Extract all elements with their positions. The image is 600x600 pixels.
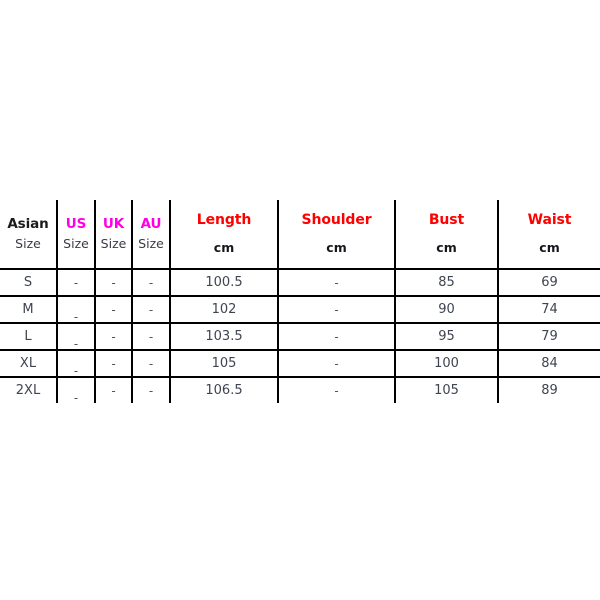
cell-asian: M: [0, 296, 58, 324]
cell-waist: 89: [498, 377, 600, 403]
column-header-au: AU Size: [132, 200, 171, 270]
cell-waist: 74: [498, 296, 600, 324]
cell-uk: -: [95, 269, 133, 297]
cell-bust: 90: [395, 296, 499, 324]
cell-au: -: [132, 269, 171, 297]
table-row: S - - - 100.5 - 85 69: [0, 269, 600, 297]
table-header-row: Asian Size US Size UK Size AU Size Lengt…: [0, 200, 600, 270]
column-unit-shoulder: cm: [326, 239, 347, 255]
cell-us: -: [57, 323, 96, 351]
cell-length: 103.5: [170, 323, 279, 351]
cell-waist: 79: [498, 323, 600, 351]
column-title-bust: Bust: [428, 212, 465, 229]
cell-asian: 2XL: [0, 377, 58, 403]
column-unit-asian: Size: [15, 236, 41, 252]
cell-us: -: [57, 296, 96, 324]
column-unit-us: Size: [63, 236, 89, 252]
cell-shoulder: -: [278, 350, 396, 378]
cell-length: 102: [170, 296, 279, 324]
table-row: XL - - - 105 - 100 84: [0, 350, 600, 378]
cell-uk: -: [95, 323, 133, 351]
column-header-shoulder: Shoulder cm: [278, 200, 396, 270]
cell-length: 105: [170, 350, 279, 378]
column-title-us: US: [65, 215, 87, 232]
column-unit-au: Size: [138, 236, 164, 252]
column-header-us: US Size: [57, 200, 96, 270]
column-header-bust: Bust cm: [395, 200, 499, 270]
column-unit-waist: cm: [539, 239, 560, 255]
table-row: 2XL - - - 106.5 - 105 89: [0, 377, 600, 405]
cell-waist: 69: [498, 269, 600, 297]
size-chart-table: Asian Size US Size UK Size AU Size Lengt…: [0, 200, 600, 405]
table-row: M - - - 102 - 90 74: [0, 296, 600, 324]
size-chart-container: Asian Size US Size UK Size AU Size Lengt…: [0, 200, 600, 405]
cell-bust: 105: [395, 377, 499, 403]
cell-uk: -: [95, 377, 133, 403]
column-header-waist: Waist cm: [498, 200, 600, 270]
cell-au: -: [132, 323, 171, 351]
table-row: L - - - 103.5 - 95 79: [0, 323, 600, 351]
cell-au: -: [132, 296, 171, 324]
column-unit-bust: cm: [436, 239, 457, 255]
column-title-au: AU: [140, 215, 162, 232]
cell-shoulder: -: [278, 269, 396, 297]
cell-asian: XL: [0, 350, 58, 378]
cell-us: -: [57, 269, 96, 297]
cell-length: 100.5: [170, 269, 279, 297]
cell-us: -: [57, 377, 96, 405]
cell-asian: L: [0, 323, 58, 351]
cell-uk: -: [95, 296, 133, 324]
column-unit-uk: Size: [100, 236, 127, 252]
cell-bust: 95: [395, 323, 499, 351]
cell-shoulder: -: [278, 377, 396, 403]
column-title-uk: UK: [102, 215, 125, 232]
cell-bust: 85: [395, 269, 499, 297]
column-title-length: Length: [196, 212, 252, 229]
cell-length: 106.5: [170, 377, 279, 403]
cell-waist: 84: [498, 350, 600, 378]
column-title-shoulder: Shoulder: [301, 212, 372, 229]
column-title-waist: Waist: [527, 212, 572, 229]
column-header-length: Length cm: [170, 200, 279, 270]
cell-au: -: [132, 350, 171, 378]
cell-shoulder: -: [278, 296, 396, 324]
column-header-asian: Asian Size: [0, 200, 58, 270]
cell-shoulder: -: [278, 323, 396, 351]
cell-au: -: [132, 377, 171, 403]
cell-asian: S: [0, 269, 58, 297]
cell-us: -: [57, 350, 96, 378]
cell-bust: 100: [395, 350, 499, 378]
cell-uk: -: [95, 350, 133, 378]
column-unit-length: cm: [213, 239, 235, 255]
column-header-uk: UK Size: [95, 200, 133, 270]
column-title-asian: Asian: [7, 215, 49, 232]
